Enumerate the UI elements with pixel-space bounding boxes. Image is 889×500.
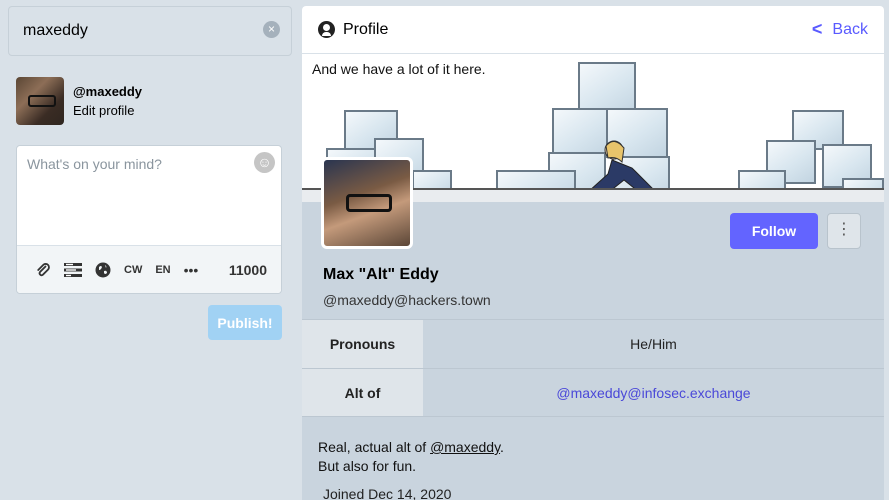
compose-textarea[interactable] — [17, 146, 281, 246]
field-value-link[interactable]: @maxeddy@infosec.exchange — [423, 369, 884, 416]
clear-search-icon[interactable]: × — [263, 21, 280, 38]
column-title: Profile — [343, 20, 389, 38]
compose-toolbar: CW EN ••• 11000 — [17, 245, 281, 293]
character-counter: 11000 — [228, 261, 267, 278]
compose-form: ☺ CW EN ••• 11000 — [16, 145, 282, 294]
bio-text: . — [500, 439, 504, 455]
search-input[interactable] — [8, 6, 292, 56]
profile-column: Profile < Back And we have a lot of it h… — [302, 6, 884, 500]
edit-profile-link[interactable]: Edit profile — [73, 103, 142, 118]
field-name: Alt of — [302, 369, 423, 416]
publish-button[interactable]: Publish! — [208, 305, 282, 340]
profile-field-row: Pronouns He/Him — [302, 319, 884, 368]
bio-mention-link[interactable]: @maxeddy — [430, 439, 500, 455]
back-button[interactable]: < Back — [812, 19, 868, 40]
paperclip-icon[interactable] — [35, 262, 51, 278]
more-options-icon[interactable]: ⋮ — [827, 213, 861, 249]
globe-icon[interactable] — [95, 262, 111, 278]
ellipsis-icon[interactable]: ••• — [184, 262, 199, 278]
profile-fields: Pronouns He/Him Alt of @maxeddy@infosec.… — [302, 319, 884, 417]
poll-icon[interactable] — [64, 262, 82, 277]
account-handle[interactable]: @maxeddy — [73, 84, 142, 99]
display-name: Max "Alt" Eddy — [323, 266, 439, 283]
column-header: Profile < Back — [302, 6, 884, 54]
field-name: Pronouns — [302, 320, 423, 368]
account-handle-full: @maxeddy@hackers.town — [323, 292, 491, 308]
header-caption: And we have a lot of it here. — [312, 61, 486, 77]
profile-field-row: Alt of @maxeddy@infosec.exchange — [302, 368, 884, 417]
profile-bio: Real, actual alt of @maxeddy. But also f… — [318, 438, 504, 476]
bio-text: But also for fun. — [318, 458, 417, 474]
content-warning-button[interactable]: CW — [124, 264, 142, 276]
user-circle-icon — [318, 21, 335, 38]
navigation-profile: @maxeddy Edit profile — [16, 76, 142, 126]
bio-text: Real, actual alt of — [318, 439, 431, 455]
field-value: He/Him — [630, 336, 677, 352]
search-box[interactable]: × — [8, 6, 292, 56]
back-label: Back — [832, 20, 868, 38]
joined-date: Joined Dec 14, 2020 — [323, 486, 452, 500]
language-button[interactable]: EN — [155, 264, 170, 276]
laughing-emoji-icon[interactable]: ☺ — [254, 152, 275, 173]
avatar[interactable] — [16, 77, 64, 125]
profile-avatar[interactable] — [321, 157, 413, 249]
follow-button[interactable]: Follow — [730, 213, 818, 249]
chevron-left-icon: < — [811, 19, 823, 39]
